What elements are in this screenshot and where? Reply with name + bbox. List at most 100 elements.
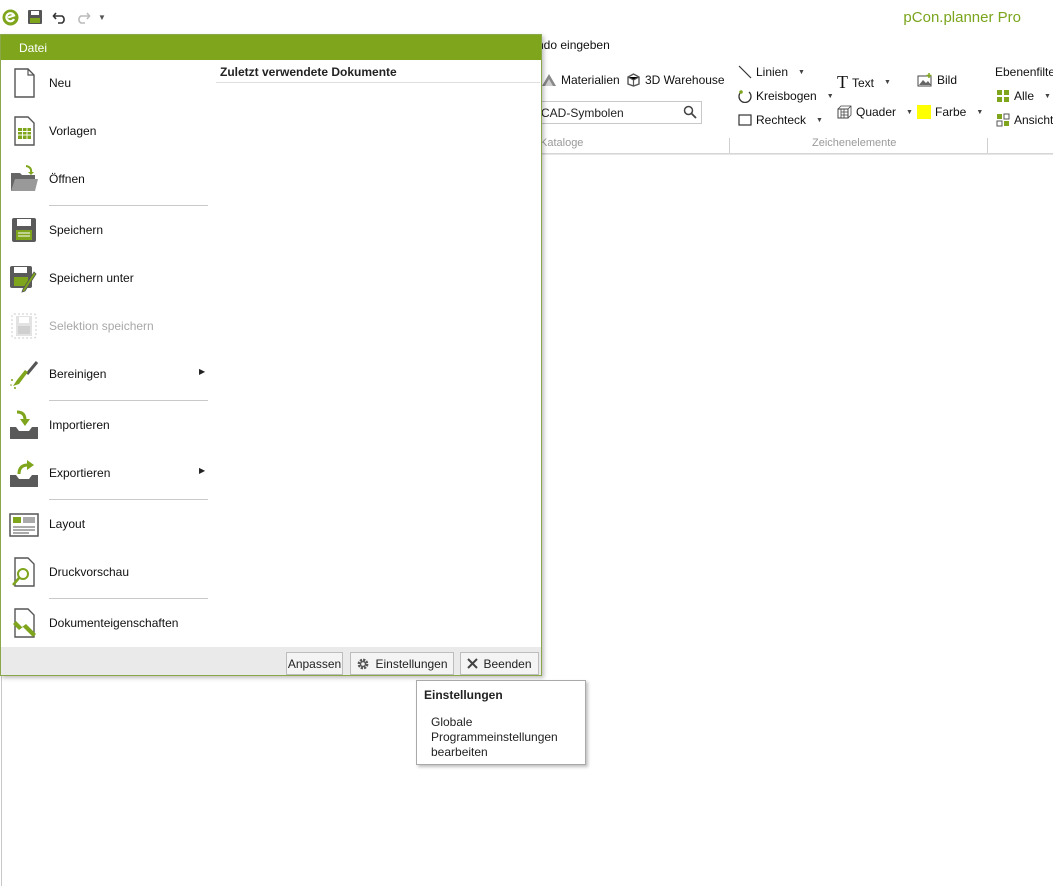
command-prompt-label[interactable]: ndo eingeben [537, 38, 610, 52]
color-button[interactable]: Farbe ▼ [917, 105, 983, 119]
menu-item-label: Speichern [49, 223, 104, 237]
lines-label: Linien [756, 65, 789, 79]
menu-item-export[interactable]: Exportieren ▶ [1, 451, 211, 495]
menu-item-templates[interactable]: Vorlagen [1, 109, 211, 153]
box-label: Quader [856, 105, 897, 119]
menu-item-label: Druckvorschau [49, 565, 130, 579]
catalog-search-value: CAD-Symbolen [541, 106, 624, 120]
materials-button[interactable]: Materialien [541, 73, 620, 87]
search-icon[interactable] [683, 105, 697, 119]
menu-item-save[interactable]: Speichern [1, 208, 211, 252]
materials-label: Materialien [561, 73, 620, 87]
arc-icon [738, 90, 752, 103]
gear-icon [358, 658, 369, 669]
menu-separator [49, 400, 208, 401]
menu-item-label: Öffnen [49, 172, 85, 186]
settings-label: Einstellungen [375, 656, 448, 671]
chevron-down-icon: ▼ [1044, 92, 1051, 100]
exit-label: Beenden [483, 656, 532, 671]
submenu-arrow-icon: ▶ [199, 466, 206, 475]
arcs-button[interactable]: Kreisbogen ▼ [738, 89, 834, 103]
menu-item-layout[interactable]: Layout [1, 502, 211, 546]
export-icon [10, 460, 38, 487]
catalog-search-input[interactable]: CAD-Symbolen [537, 101, 702, 124]
chevron-down-icon: ▼ [798, 68, 805, 76]
menu-separator [49, 205, 208, 206]
import-icon [10, 410, 38, 439]
box-icon [837, 105, 852, 119]
settings-tooltip: Einstellungen Globale Programmeinstellun… [416, 680, 586, 765]
new-document-icon [14, 68, 35, 98]
chevron-down-icon: ▼ [826, 92, 834, 100]
quick-access-dropdown-icon[interactable]: ▼ [96, 6, 108, 28]
menu-item-cleanup[interactable]: Bereinigen ▶ [1, 352, 211, 396]
file-menu-panel: Datei Neu Vorlagen Öffnen Speichern Spei… [0, 34, 542, 676]
workspace-border [1, 675, 2, 886]
filter-all-label: Alle [1014, 89, 1035, 103]
document-properties-icon [13, 608, 36, 638]
file-tab-label: Datei [19, 41, 48, 55]
group-separator [987, 138, 988, 154]
menu-item-label: Dokumenteigenschaften [49, 616, 179, 630]
menu-item-print-preview[interactable]: Druckvorschau [1, 550, 211, 594]
text-button[interactable]: T Text ▼ [837, 72, 891, 93]
lines-button[interactable]: Linien ▼ [738, 65, 805, 79]
menu-item-label: Bereinigen [49, 367, 107, 381]
chevron-down-icon: ▼ [976, 108, 984, 116]
warehouse-icon [627, 73, 640, 87]
menu-item-label: Selektion speichern [49, 319, 154, 333]
rectangle-label: Rechteck [756, 113, 807, 127]
menu-item-label: Layout [49, 517, 86, 531]
print-preview-icon [12, 557, 35, 587]
menu-separator [49, 499, 208, 500]
group-separator [729, 138, 730, 154]
warehouse-label: 3D Warehouse [645, 73, 725, 87]
image-button[interactable]: Bild [917, 73, 957, 87]
title-bar: ▼ pCon.planner Pro [0, 0, 1053, 34]
file-tab[interactable]: Datei [1, 35, 541, 60]
warehouse-button[interactable]: 3D Warehouse [626, 73, 725, 87]
settings-button[interactable]: Einstellungen [350, 652, 454, 675]
broom-icon [10, 361, 39, 389]
filter-all-button[interactable]: Alle ▼ [996, 89, 1051, 103]
menu-item-open[interactable]: Öffnen [1, 157, 211, 201]
box-button[interactable]: Quader ▼ [837, 105, 913, 119]
arcs-label: Kreisbogen [756, 89, 817, 103]
menu-item-document-properties[interactable]: Dokumenteigenschaften [1, 601, 211, 645]
image-icon [917, 73, 932, 87]
redo-icon[interactable] [73, 6, 93, 28]
save-as-icon [10, 266, 37, 293]
app-logo-icon[interactable] [0, 6, 20, 28]
chevron-down-icon: ▼ [906, 108, 913, 116]
menu-item-new[interactable]: Neu [1, 61, 211, 105]
menu-item-save-as[interactable]: Speichern unter [1, 256, 211, 300]
menu-item-import[interactable]: Importieren [1, 403, 211, 447]
save-icon [12, 218, 36, 242]
rectangle-button[interactable]: Rechteck ▼ [738, 113, 823, 127]
submenu-arrow-icon: ▶ [199, 367, 206, 376]
layout-icon [9, 513, 39, 537]
menu-item-label: Speichern unter [49, 271, 134, 285]
tooltip-body: Globale Programmeinstellungen bearbeiten [431, 715, 558, 759]
layer-filter-title: Ebenenfilte [995, 65, 1053, 79]
templates-icon [14, 116, 35, 146]
app-title: pCon.planner Pro [903, 9, 1021, 26]
color-label: Farbe [935, 105, 967, 119]
undo-icon[interactable] [50, 6, 70, 28]
grid-icon [997, 90, 1009, 102]
color-swatch [917, 105, 931, 119]
group-label-drawing: Zeichenelemente [812, 137, 897, 149]
text-label: Text [852, 75, 875, 90]
customize-button[interactable]: Anpassen [286, 652, 343, 675]
image-label: Bild [937, 73, 958, 87]
menu-item-save-selection: Selektion speichern [1, 304, 211, 348]
exit-button[interactable]: Beenden [460, 652, 539, 675]
menu-item-label: Neu [49, 76, 72, 90]
filter-view-button[interactable]: Ansicht [996, 113, 1053, 127]
tooltip-title: Einstellungen [424, 688, 503, 702]
rectangle-icon [738, 114, 752, 126]
recent-documents-divider [216, 82, 540, 83]
text-icon: T [837, 72, 848, 92]
save-icon[interactable] [25, 6, 45, 28]
workspace-border [530, 154, 1053, 155]
